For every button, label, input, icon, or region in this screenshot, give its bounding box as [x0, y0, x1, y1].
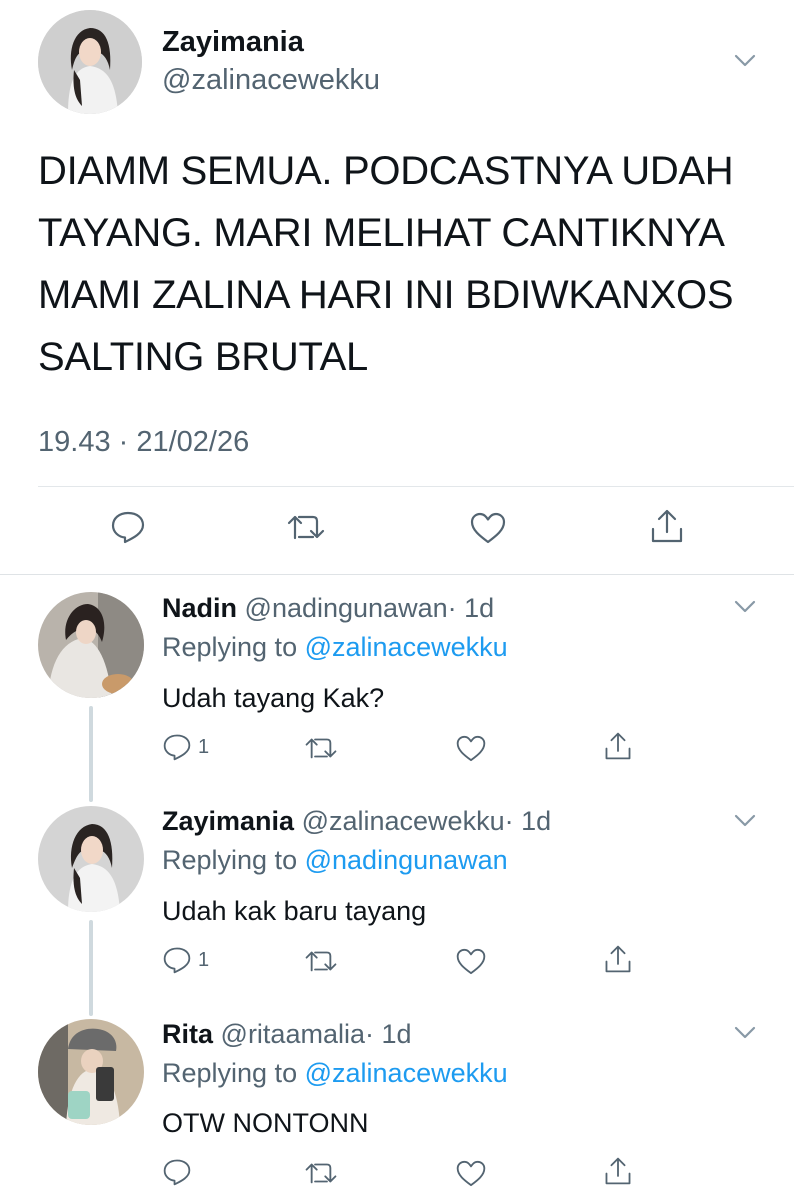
- replying-to-link[interactable]: @zalinacewekku: [305, 632, 508, 662]
- retweet-icon: [305, 1163, 337, 1184]
- replying-to-label: Replying to: [162, 845, 298, 875]
- thread-line: [89, 706, 93, 802]
- reply-text: Udah tayang Kak?: [162, 683, 385, 713]
- avatar[interactable]: [38, 1019, 144, 1125]
- replying-to-label: Replying to: [162, 1058, 298, 1088]
- reply-header: Rita @ritaamalia· 1d: [162, 1019, 412, 1050]
- share-button[interactable]: [604, 1156, 632, 1186]
- author-name[interactable]: Rita: [162, 1019, 213, 1049]
- like-button[interactable]: [470, 512, 506, 544]
- comment-bubble-icon: [163, 734, 191, 761]
- avatar[interactable]: [38, 806, 144, 912]
- comment-bubble-icon: [111, 511, 145, 544]
- replying-to-label: Replying to: [162, 632, 298, 662]
- heart-icon: [470, 512, 506, 544]
- avatar[interactable]: [38, 10, 142, 114]
- tweet-timestamp[interactable]: 19.43 · 21/02/26: [38, 426, 249, 459]
- chevron-down-icon: [734, 600, 756, 613]
- chevron-down-icon: [734, 814, 756, 827]
- comment-bubble-icon: [163, 947, 191, 974]
- heart-icon: [456, 948, 486, 975]
- replying-to: Replying to @zalinacewekku: [162, 632, 508, 663]
- reply-count: 1: [198, 735, 210, 758]
- more-options-button[interactable]: [734, 54, 756, 73]
- like-button[interactable]: [456, 948, 486, 975]
- share-icon: [605, 1157, 631, 1185]
- replying-to: Replying to @zalinacewekku: [162, 1058, 508, 1089]
- tweet-age: · 1d: [504, 806, 552, 836]
- reply-text: OTW NONTONN: [162, 1108, 369, 1138]
- more-options-button[interactable]: [734, 600, 756, 619]
- author-name[interactable]: Zayimania: [162, 26, 304, 59]
- share-button[interactable]: [604, 944, 632, 974]
- author-handle[interactable]: @zalinacewekku: [162, 64, 380, 97]
- thread-line: [89, 920, 93, 1016]
- reply-header: Nadin @nadingunawan· 1d: [162, 593, 494, 624]
- replying-to-link[interactable]: @zalinacewekku: [305, 1058, 508, 1088]
- avatar[interactable]: [38, 592, 144, 698]
- tweet-text-line: TAYANG. MARI MELIHAT CANTIKNYA: [38, 211, 725, 255]
- reply-header: Zayimania @zalinacewekku· 1d: [162, 806, 551, 837]
- heart-icon: [456, 735, 486, 762]
- tweet-age: · 1d: [364, 1019, 412, 1049]
- share-icon: [605, 945, 631, 973]
- tweet-text: DIAMM SEMUA. PODCASTNYA UDAH TAYANG. MAR…: [38, 140, 778, 388]
- author-name[interactable]: Zayimania: [162, 806, 294, 836]
- share-button[interactable]: [604, 731, 632, 761]
- retweet-button[interactable]: [304, 948, 338, 974]
- share-button[interactable]: [650, 508, 684, 544]
- retweet-icon: [305, 738, 337, 759]
- retweet-button[interactable]: [286, 512, 326, 542]
- tweet-text-line: MAMI ZALINA HARI INI BDIWKANXOS: [38, 273, 734, 317]
- reply-button[interactable]: [110, 510, 146, 544]
- retweet-icon: [305, 951, 337, 972]
- share-icon: [605, 732, 631, 760]
- chevron-down-icon: [734, 1026, 756, 1039]
- comment-bubble-icon: [163, 1159, 191, 1186]
- more-options-button[interactable]: [734, 814, 756, 833]
- author-handle[interactable]: @nadingunawan: [245, 593, 448, 623]
- replying-to: Replying to @nadingunawan: [162, 845, 508, 876]
- author-name[interactable]: Nadin: [162, 593, 237, 623]
- reply-button[interactable]: 1: [162, 733, 209, 761]
- tweet-text-line: DIAMM SEMUA. PODCASTNYA UDAH: [38, 149, 734, 193]
- tweet-age: · 1d: [447, 593, 495, 623]
- retweet-button[interactable]: [304, 1160, 338, 1186]
- retweet-icon: [287, 515, 325, 540]
- author-handle[interactable]: @zalinacewekku: [302, 806, 505, 836]
- heart-icon: [456, 1160, 486, 1187]
- divider: [38, 486, 794, 487]
- replying-to-link[interactable]: @nadingunawan: [305, 845, 508, 875]
- share-icon: [651, 509, 683, 543]
- reply-button[interactable]: [162, 1158, 198, 1186]
- reply-text: Udah kak baru tayang: [162, 896, 427, 926]
- more-options-button[interactable]: [734, 1026, 756, 1045]
- reply-button[interactable]: 1: [162, 946, 209, 974]
- reply-count: 1: [198, 948, 210, 971]
- divider: [0, 574, 794, 575]
- like-button[interactable]: [456, 735, 486, 762]
- chevron-down-icon: [734, 54, 756, 67]
- like-button[interactable]: [456, 1160, 486, 1187]
- tweet-text-line: SALTING BRUTAL: [38, 335, 368, 379]
- retweet-button[interactable]: [304, 735, 338, 761]
- author-handle[interactable]: @ritaamalia: [221, 1019, 365, 1049]
